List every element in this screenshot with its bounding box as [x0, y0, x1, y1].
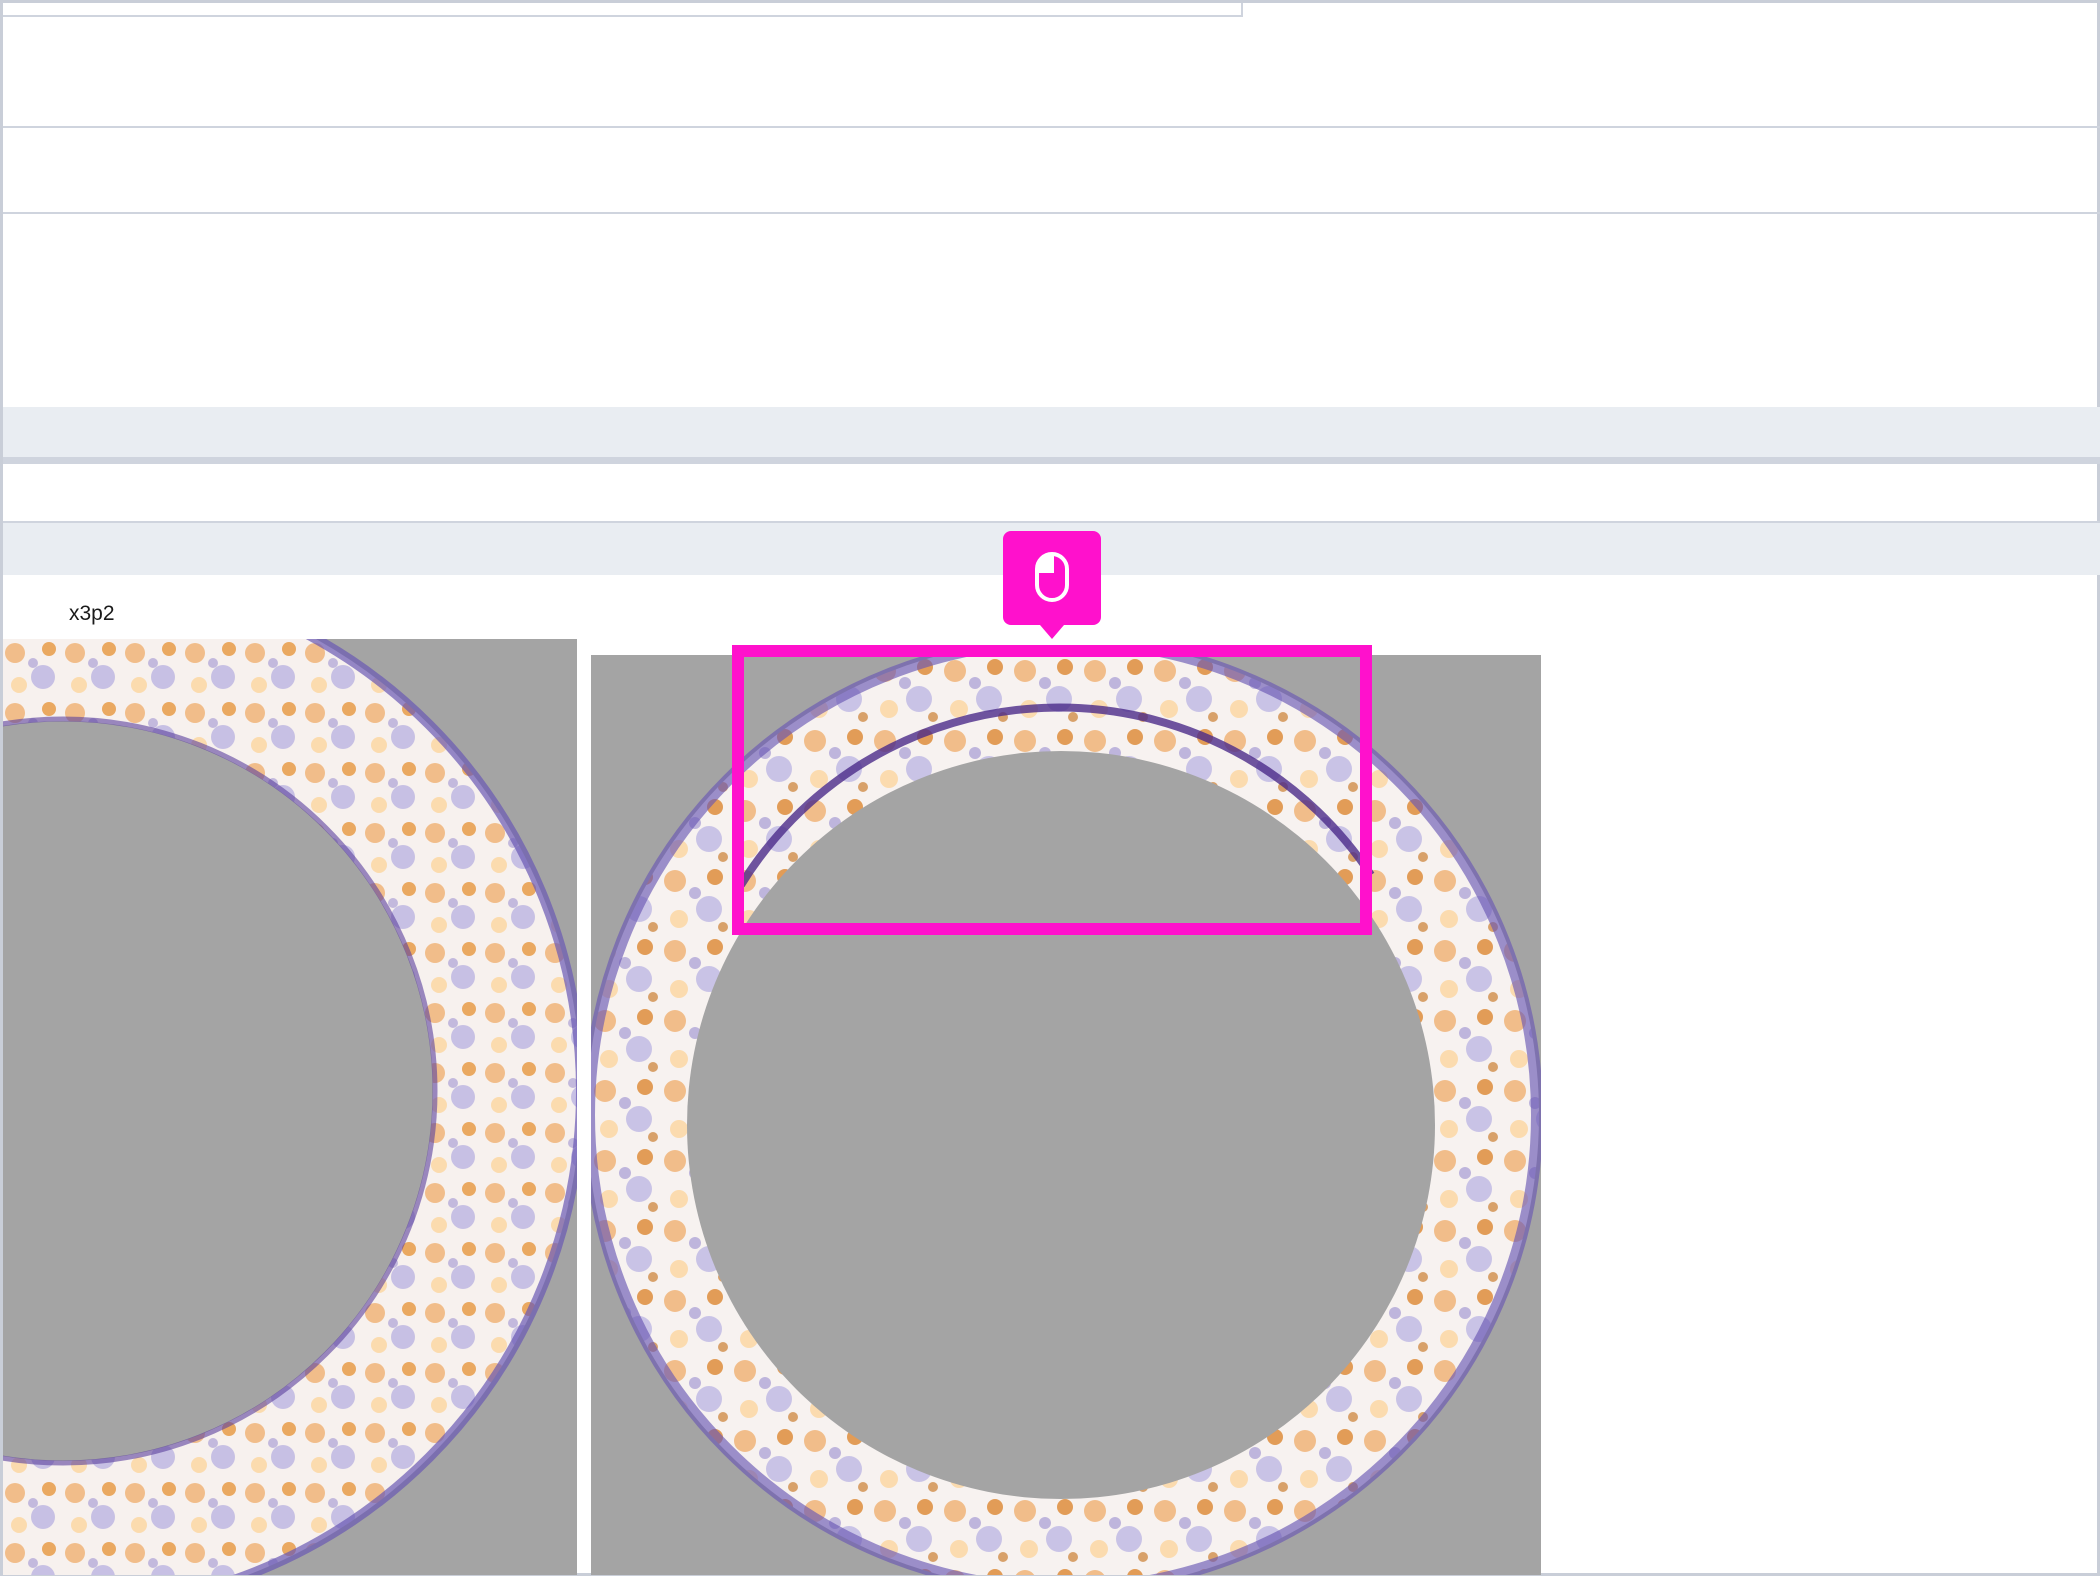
highlight-box — [732, 645, 1372, 935]
mouse-click-icon — [1035, 552, 1069, 602]
section-header-band — [3, 407, 2100, 457]
row-divider-2 — [3, 212, 2100, 214]
cursor-badge — [1003, 531, 1101, 639]
panel-label: x3p2 — [69, 602, 115, 625]
scan-image-left[interactable] — [3, 639, 577, 1575]
top-text-field[interactable] — [3, 3, 1243, 17]
row-divider-1 — [3, 126, 2100, 128]
ring-render-left — [3, 639, 577, 1575]
page: x3p2 — [0, 0, 2100, 1576]
section-divider — [3, 457, 2100, 464]
